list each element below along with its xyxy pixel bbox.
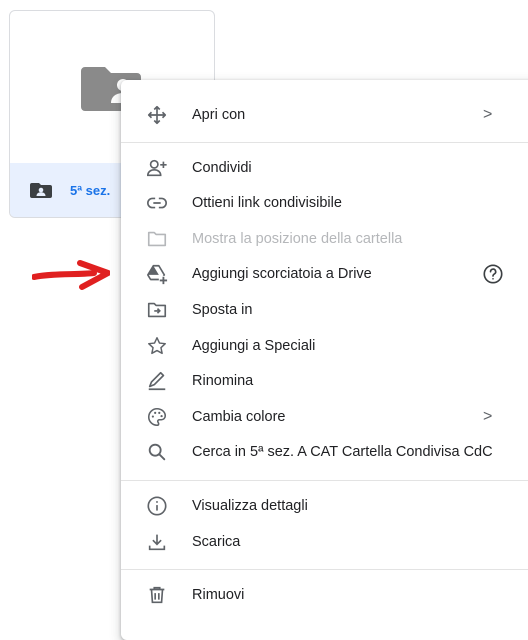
search-icon [146, 441, 168, 463]
menu-item-label: Aggiungi scorciatoia a Drive [192, 266, 372, 282]
menu-item-change-color[interactable]: Cambia colore > [121, 400, 528, 434]
menu-item-remove[interactable]: Rimuovi [121, 578, 528, 612]
menu-item-label: Rinomina [192, 373, 254, 389]
context-menu: Apri con > Condividi Ottieni link condiv… [121, 80, 528, 640]
star-outline-icon [146, 335, 168, 357]
menu-item-label: Cerca in 5ª sez. A CAT Cartella Condivis… [192, 444, 493, 460]
menu-item-show-folder-location: Mostra la posizione della cartella [121, 222, 528, 256]
menu-item-search-in[interactable]: Cerca in 5ª sez. A CAT Cartella Condivis… [121, 435, 528, 469]
menu-item-share[interactable]: Condividi [121, 151, 528, 185]
folder-outline-icon [146, 228, 168, 250]
menu-item-add-to-starred[interactable]: Aggiungi a Speciali [121, 329, 528, 363]
menu-item-rename[interactable]: Rinomina [121, 364, 528, 398]
pencil-icon [146, 370, 168, 392]
menu-divider [121, 142, 528, 143]
person-add-icon [146, 157, 168, 179]
menu-item-add-shortcut[interactable]: Aggiungi scorciatoia a Drive [121, 257, 528, 291]
menu-item-open-with[interactable]: Apri con > [121, 98, 528, 132]
folder-name: 5ª sez. [70, 182, 111, 198]
chevron-right-icon: > [483, 106, 493, 123]
menu-item-label: Rimuovi [192, 587, 245, 603]
menu-item-label: Apri con [192, 107, 246, 123]
link-icon [146, 192, 168, 214]
menu-item-download[interactable]: Scarica [121, 525, 528, 559]
menu-item-label: Condividi [192, 160, 252, 176]
menu-item-view-details[interactable]: Visualizza dettagli [121, 489, 528, 523]
chevron-right-icon: > [483, 408, 493, 425]
info-icon [146, 495, 168, 517]
menu-item-label: Sposta in [192, 302, 253, 318]
trash-icon [146, 584, 168, 606]
menu-item-get-link[interactable]: Ottieni link condivisibile [121, 186, 528, 220]
drive-add-shortcut-icon [146, 263, 168, 285]
menu-item-label: Scarica [192, 534, 241, 550]
menu-divider [121, 480, 528, 481]
menu-item-label: Cambia colore [192, 409, 286, 425]
menu-item-label: Mostra la posizione della cartella [192, 231, 403, 247]
menu-item-label: Visualizza dettagli [192, 498, 308, 514]
menu-item-label: Aggiungi a Speciali [192, 338, 316, 354]
menu-item-move-to[interactable]: Sposta in [121, 293, 528, 327]
download-icon [146, 531, 168, 553]
shared-folder-small-icon [30, 183, 52, 198]
menu-item-label: Ottieni link condivisibile [192, 195, 342, 211]
help-icon[interactable] [482, 263, 504, 285]
menu-divider [121, 569, 528, 570]
palette-icon [146, 406, 168, 428]
open-with-icon [146, 104, 168, 126]
move-to-folder-icon [146, 299, 168, 321]
red-arrow-annotation [32, 260, 110, 290]
